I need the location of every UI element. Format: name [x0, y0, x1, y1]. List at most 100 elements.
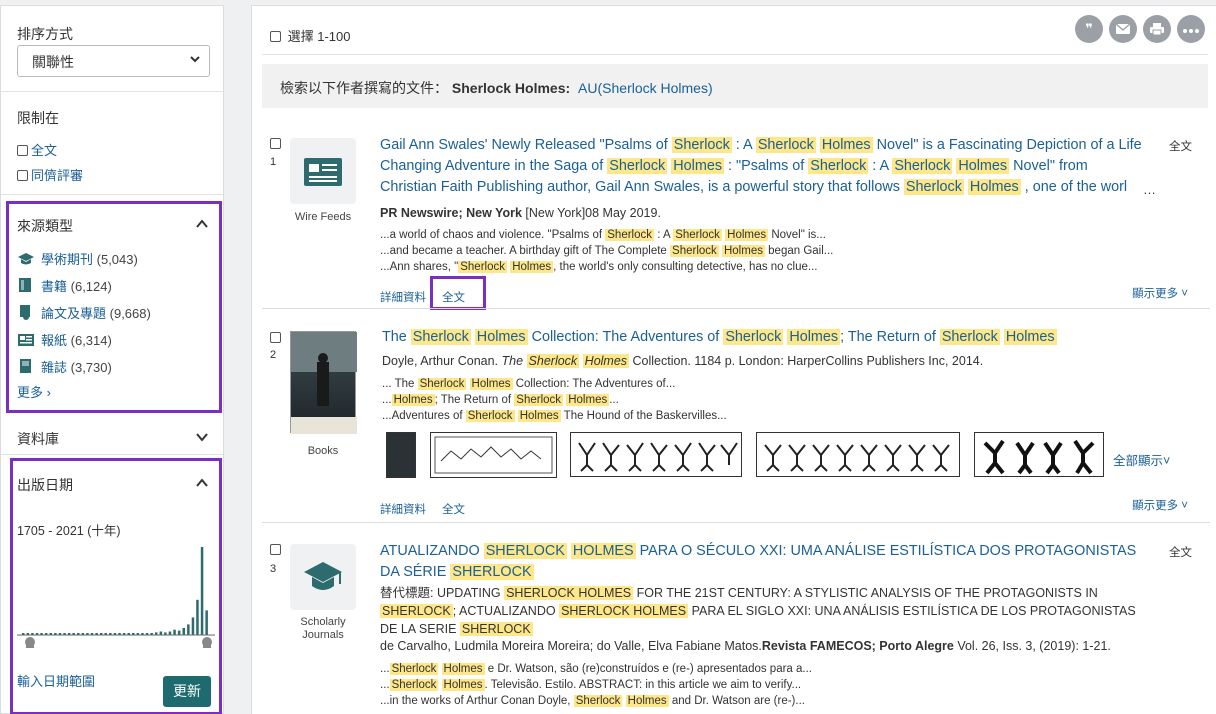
more-icon[interactable] [1177, 15, 1205, 43]
limit-peer-reviewed-label[interactable]: 同儕評審 [31, 168, 83, 183]
histogram-bar[interactable] [205, 610, 208, 635]
result-author: de Carvalho, Ludmila Moreira Moreira; do… [380, 639, 762, 653]
histogram-bar[interactable] [191, 617, 195, 635]
search-banner: 檢索以下作者撰寫的文件： Sherlock Holmes: AU(Sherloc… [262, 64, 1208, 108]
result-date: [New York]08 May 2019. [521, 206, 661, 220]
result-meta: Doyle, Arthur Conan. The Sherlock Holmes… [382, 354, 984, 368]
result-source: Revista FAMECOS; Porto Alegre [761, 639, 954, 653]
sort-select[interactable]: 關聯性 [17, 45, 210, 77]
fulltext-link[interactable]: 全文 [442, 501, 465, 517]
result-checkbox[interactable] [270, 544, 281, 555]
result-meta: de Carvalho, Ludmila Moreira Moreira; do… [380, 639, 1150, 653]
title-ellipsis: … [1143, 182, 1156, 197]
result-title[interactable]: ATUALIZANDO SHERLOCK HOLMES PARA O SÉCUL… [380, 541, 1148, 583]
limit-label: 限制在 [17, 110, 59, 126]
result-type: Wire Feeds [294, 211, 352, 223]
result-checkbox[interactable] [270, 332, 281, 343]
date-range-link[interactable]: 輸入日期範圍 [17, 671, 95, 690]
quote-icon[interactable]: ❞ [1075, 15, 1103, 43]
source-type-label: 來源類型 [17, 218, 73, 234]
source-type-label[interactable]: 書籍 [41, 279, 67, 294]
result-type: Books [307, 445, 339, 457]
divider [262, 308, 1210, 309]
figure-thumbnail[interactable] [430, 432, 557, 478]
detail-link[interactable]: 詳細資料 [380, 501, 426, 517]
source-type-count: (6,124) [70, 279, 112, 294]
chevron-down-icon[interactable] [196, 430, 208, 442]
result-checkbox[interactable] [270, 138, 281, 149]
pubdate-histogram [17, 547, 215, 648]
result-pubinfo: Vol. 26, Iss. 3, (2019): 1-21. [953, 639, 1111, 653]
figure-thumbnail[interactable] [570, 432, 742, 477]
fulltext-label[interactable]: 全文 [1169, 138, 1192, 154]
result-snippets: ...a world of chaos and violence. "Psalm… [380, 227, 1150, 275]
detail-link[interactable]: 詳細資料 [380, 289, 426, 305]
limit-fulltext-label[interactable]: 全文 [31, 143, 57, 158]
source-type-newspapers[interactable]: 報紙 (6,314) [17, 330, 112, 349]
chevron-up-icon[interactable] [196, 476, 208, 487]
fulltext-checkbox[interactable] [17, 145, 28, 156]
divider [1, 194, 223, 195]
alt-title: 替代標題: UPDATING SHERLOCK HOLMES FOR THE 2… [380, 586, 1136, 636]
source-type-dissertations[interactable]: 論文及專題 (9,668) [17, 303, 151, 322]
snippet: ...and became a teacher. A birthday gift… [380, 245, 834, 257]
source-type-label[interactable]: 雜誌 [41, 360, 67, 375]
pubdate-label: 出版日期 [17, 477, 73, 493]
show-more-link[interactable]: 顯示更多 ˅ [1132, 497, 1188, 513]
source-type-count: (5,043) [96, 252, 138, 267]
limit-fulltext[interactable]: 全文 [17, 140, 57, 159]
histogram-bar[interactable] [159, 631, 163, 636]
dissertation-icon [17, 304, 35, 320]
figure-thumbnail[interactable] [386, 432, 416, 478]
sort-label: 排序方式 [17, 26, 73, 42]
source-type-magazines[interactable]: 雜誌 (3,730) [17, 357, 112, 376]
fulltext-link[interactable]: 全文 [442, 289, 465, 305]
snippet: ...in the works of Arthur Conan Doyle, S… [380, 695, 805, 707]
show-all-link[interactable]: 全部顯示˅ [1113, 450, 1170, 469]
divider [1, 91, 223, 92]
histogram-bar[interactable] [173, 629, 176, 635]
wire-feed-icon [290, 138, 356, 204]
book-cover-image[interactable] [290, 331, 357, 434]
select-all[interactable]: 選擇 1-100 [270, 26, 351, 45]
source-type-label[interactable]: 學術期刊 [41, 252, 93, 267]
result-title[interactable]: Gail Ann Swales' Newly Released "Psalms … [380, 135, 1148, 198]
snippet: ...Ann shares, " Sherlock Holmes, the wor… [380, 261, 818, 273]
figure-thumbnail[interactable] [756, 432, 960, 477]
snippet: ...Adventures of Sherlock Holmes The Hou… [382, 410, 727, 422]
figure-thumbnail[interactable] [974, 432, 1104, 477]
select-all-label: 選擇 1-100 [287, 29, 351, 44]
search-author: Sherlock Holmes: [451, 80, 571, 96]
fulltext-label[interactable]: 全文 [1169, 544, 1192, 560]
source-type-count: (6,314) [70, 333, 112, 348]
source-type-label[interactable]: 報紙 [41, 333, 67, 348]
limit-peer-reviewed[interactable]: 同儕評審 [17, 165, 83, 184]
email-icon[interactable] [1109, 15, 1137, 43]
divider [262, 522, 1210, 523]
result-type: Scholarly Journals [300, 616, 346, 641]
histogram-bar[interactable] [177, 630, 181, 635]
result-title[interactable]: The Sherlock Holmes Collection: The Adve… [382, 327, 1150, 348]
histogram-bar[interactable] [196, 599, 199, 635]
source-type-journals[interactable]: 學術期刊 (5,043) [17, 249, 138, 268]
search-prefix: 檢索以下作者撰寫的文件： [280, 80, 448, 96]
chevron-up-icon[interactable] [196, 217, 208, 228]
result-source: PR Newswire; New York [380, 206, 522, 220]
histogram-bar[interactable] [200, 547, 204, 635]
source-type-books[interactable]: 書籍 (6,124) [17, 276, 112, 295]
histogram-bar[interactable] [187, 624, 190, 635]
select-all-checkbox[interactable] [270, 31, 281, 42]
source-type-label[interactable]: 論文及專題 [41, 306, 106, 321]
result-item: 2 Books The Sherlock Holmes Collection: … [252, 316, 1210, 521]
sort-value: 關聯性 [32, 54, 74, 70]
search-query-link[interactable]: AU(Sherlock Holmes) [578, 80, 713, 96]
histogram-bar[interactable] [182, 628, 186, 635]
update-button[interactable]: 更新 [163, 676, 211, 707]
result-number: 1 [270, 156, 277, 168]
print-icon[interactable] [1143, 15, 1171, 43]
show-more-link[interactable]: 顯示更多 ˅ [1132, 285, 1188, 301]
histogram-bar[interactable] [168, 631, 172, 636]
source-type-more-link[interactable]: 更多 › [17, 382, 51, 401]
peer-reviewed-checkbox[interactable] [17, 170, 28, 181]
result-item: 1 Wire Feeds Gail Ann Swales' Newly Rele… [252, 126, 1210, 311]
